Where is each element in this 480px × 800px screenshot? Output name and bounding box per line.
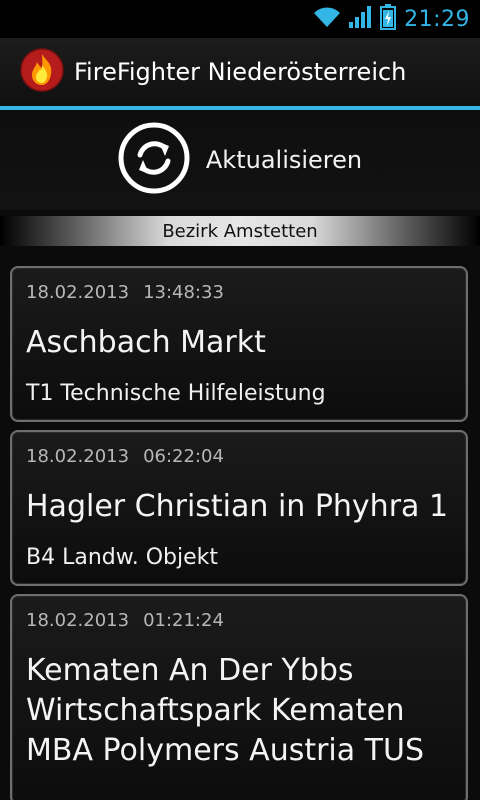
- incident-date: 18.02.2013: [26, 610, 130, 631]
- incident-date: 18.02.2013: [26, 446, 130, 467]
- signal-icon: [348, 5, 374, 33]
- wifi-icon: [312, 5, 342, 33]
- screen: 21:29 FireFighter Niederösterreich Aktua: [0, 0, 480, 800]
- refresh-icon[interactable]: [118, 122, 190, 198]
- incident-date: 18.02.2013: [26, 282, 130, 303]
- status-bar: 21:29: [0, 0, 480, 38]
- incident-meta: 18.02.2013 01:21:24: [26, 610, 452, 631]
- flame-icon[interactable]: [20, 48, 64, 96]
- incident-meta: 18.02.2013 06:22:04: [26, 446, 452, 467]
- incident-list: 18.02.2013 13:48:33 Aschbach Markt T1 Tec…: [10, 266, 470, 800]
- incident-time: 01:21:24: [143, 610, 224, 631]
- incident-type: B4 Landw. Objekt: [26, 545, 218, 570]
- incident-card[interactable]: 18.02.2013 06:22:04 Hagler Christian in P…: [10, 430, 468, 586]
- app-title: FireFighter Niederösterreich: [74, 58, 407, 86]
- incident-location: Kematen An Der Ybbs Wirtschaftspark Kema…: [26, 653, 425, 768]
- incident-location: Hagler Christian in Phyhra 1: [26, 489, 449, 524]
- refresh-button[interactable]: Aktualisieren: [0, 110, 480, 210]
- district-label: Bezirk Amstetten: [162, 220, 318, 242]
- incident-time: 13:48:33: [143, 282, 224, 303]
- incident-meta: 18.02.2013 13:48:33: [26, 282, 452, 303]
- action-bar: FireFighter Niederösterreich: [0, 38, 480, 106]
- incident-time: 06:22:04: [143, 446, 224, 467]
- incident-card[interactable]: 18.02.2013 13:48:33 Aschbach Markt T1 Tec…: [10, 266, 468, 422]
- status-time: 21:29: [404, 6, 470, 32]
- status-icons: [312, 4, 397, 34]
- incident-location: Aschbach Markt: [26, 325, 266, 360]
- incident-card[interactable]: 18.02.2013 01:21:24 Kematen An Der Ybbs W…: [10, 594, 468, 800]
- battery-charging-icon: [380, 4, 397, 34]
- incident-type: T1 Technische Hilfeleistung: [26, 381, 326, 406]
- district-header: Bezirk Amstetten: [0, 216, 480, 246]
- refresh-label: Aktualisieren: [205, 146, 363, 174]
